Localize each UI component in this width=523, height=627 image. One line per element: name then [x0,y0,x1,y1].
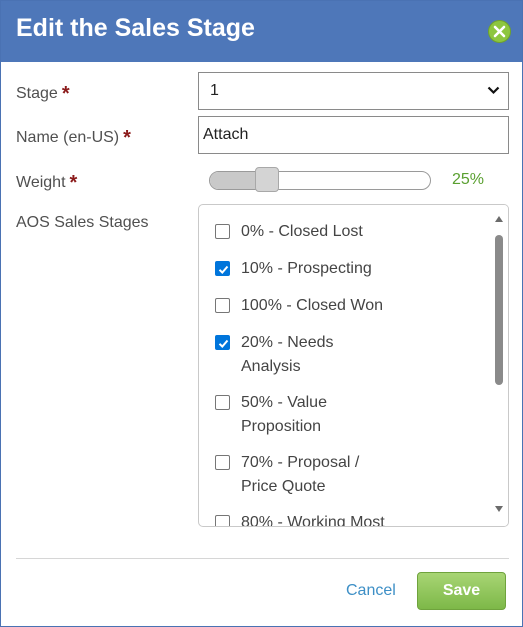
aos-option-checkbox[interactable] [215,298,230,313]
scrollbar-thumb[interactable] [495,235,503,385]
aos-option-label-line: 0% - Closed Lost [241,223,363,240]
dialog-header: Edit the Sales Stage [1,1,522,62]
aos-option-label: 0% - Closed Lost [241,220,411,244]
cancel-link[interactable]: Cancel [346,582,396,600]
stage-select-value: 1 [210,82,219,99]
aos-option-label: 20% - Needs Analysis [241,331,411,379]
name-label: Name (en-US) * [16,125,131,149]
stage-select[interactable]: 1 [198,72,509,110]
aos-option-label-line: 80% - Working Most [241,514,385,526]
weight-label-text: Weight [16,174,66,191]
aos-option-label-line: 10% - Prospecting [241,260,372,277]
aos-option-label-line: Proposition [241,418,322,435]
aos-option-label-line: Analysis [241,358,301,375]
save-button[interactable]: Save [417,572,506,610]
aos-option-label-line: Price Quote [241,478,326,495]
aos-option-checkbox[interactable] [215,335,230,350]
required-marker: * [61,83,70,105]
aos-option-label: 80% - Working Most [241,511,411,526]
name-label-text: Name (en-US) [16,129,120,146]
weight-slider-track[interactable] [209,171,431,190]
checkmark-icon [218,265,229,274]
stage-label: Stage * [16,81,70,105]
aos-option-label-line: 50% - Value [241,394,327,411]
weight-slider-handle[interactable] [255,167,279,192]
aos-sales-stages-label: AOS Sales Stages [16,214,149,231]
aos-options-container: 0% - Closed Lost 10% - Prospecting 100% - … [199,205,489,526]
scroll-down-arrow-icon[interactable] [494,505,504,513]
aos-option-label: 50% - Value Proposition [241,391,411,439]
aos-option-label-line: 100% - Closed Won [241,297,383,314]
edit-sales-stage-dialog: Edit the Sales Stage Stage * 1 Name (en-U… [0,0,523,627]
weight-value: 25% [452,171,485,188]
aos-option-checkbox[interactable] [215,395,230,410]
aos-option-label-line: 70% - Proposal / [241,454,360,471]
scrollbar[interactable] [489,205,508,526]
dialog-title: Edit the Sales Stage [16,14,255,42]
weight-label: Weight * [16,170,78,194]
aos-option-label: 100% - Closed Won [241,294,411,318]
chevron-down-icon [487,86,500,95]
aos-option-checkbox[interactable] [215,515,230,526]
required-marker: * [69,172,78,194]
aos-option-checkbox[interactable] [215,224,230,239]
name-input[interactable] [198,116,509,154]
close-icon[interactable] [488,20,511,43]
aos-option-label: 70% - Proposal / Price Quote [241,451,411,499]
aos-option-checkbox[interactable] [215,261,230,276]
scroll-up-arrow-icon[interactable] [494,215,504,223]
aos-sales-stages-list[interactable]: 0% - Closed Lost 10% - Prospecting 100% - … [198,204,509,527]
checkmark-icon [218,339,229,348]
aos-option-checkbox[interactable] [215,455,230,470]
aos-option-label: 10% - Prospecting [241,257,411,281]
required-marker: * [123,127,131,149]
aos-option-label-line: 20% - Needs [241,334,334,351]
footer-divider [16,558,509,559]
stage-label-text: Stage [16,85,58,102]
